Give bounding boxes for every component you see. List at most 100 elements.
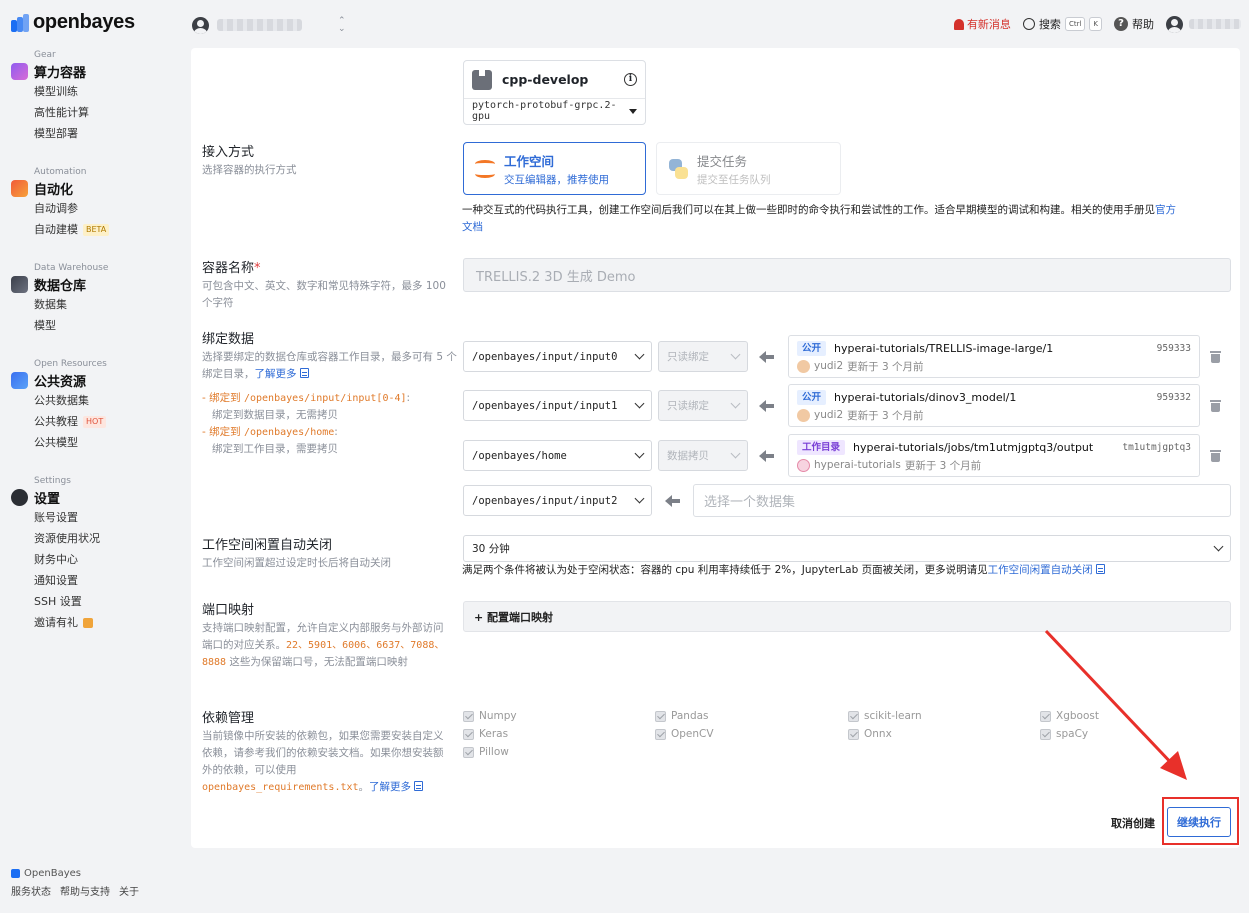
sidebar-item-label: 高性能计算 xyxy=(34,106,89,119)
bind-mode-select-1: 只读绑定 xyxy=(658,390,748,421)
mode-workspace-subtitle: 交互编辑器，推荐使用 xyxy=(504,173,609,186)
bind-path-value: /openbayes/input/input0 xyxy=(472,350,618,363)
sidebar-item-label: 模型 xyxy=(34,319,56,332)
workspace-avatar-icon xyxy=(192,16,209,34)
dataset-card-0[interactable]: 公开 hyperai-tutorials/TRELLIS-image-large/… xyxy=(788,335,1200,378)
openbayes-logo[interactable]: openbayes xyxy=(11,11,135,34)
sidebar-item-datasets[interactable]: 数据集 xyxy=(34,294,108,315)
sidebar-item-models[interactable]: 模型 xyxy=(34,315,108,336)
sidebar-item-public-models[interactable]: 公共模型 xyxy=(34,432,107,453)
idle-timeout-select[interactable]: 30 分钟 xyxy=(463,535,1231,562)
sidebar-category-label: Data Warehouse xyxy=(34,263,109,273)
sidebar-item-deploy[interactable]: 模型部署 xyxy=(34,123,89,144)
sidebar-head-label: 设置 xyxy=(34,491,61,507)
sidebar-head-compute[interactable]: 算力容器 xyxy=(11,61,89,81)
footer-link-about[interactable]: 关于 xyxy=(119,883,139,898)
requirements-file: openbayes_requirements.txt xyxy=(202,782,359,793)
sidebar-item-autotune[interactable]: 自动调参 xyxy=(34,198,109,219)
sidebar-item-usage[interactable]: 资源使用状况 xyxy=(34,528,100,549)
sidebar-item-account[interactable]: 账号设置 xyxy=(34,507,100,528)
bind-rule1-suffix: : xyxy=(406,392,411,404)
sidebar-item-notifications[interactable]: 通知设置 xyxy=(34,570,100,591)
bind-rule1-desc: 绑定到数据目录，无需拷贝 xyxy=(212,409,338,421)
dataset-user: hyperai-tutorials xyxy=(814,459,901,471)
gift-icon xyxy=(83,617,93,628)
bind-path-select-1[interactable]: /openbayes/input/input1 xyxy=(463,390,652,421)
sidebar-item-label: 自动建模 xyxy=(34,223,78,236)
search-button[interactable]: 搜索 Ctrl K xyxy=(1022,16,1102,32)
checkbox-checked-icon xyxy=(463,728,474,740)
image-tag-value: pytorch-protobuf-grpc.2-gpu xyxy=(472,100,617,122)
bind-path-value: /openbayes/input/input2 xyxy=(472,494,618,507)
python-icon xyxy=(667,158,689,180)
mode-workspace-card[interactable]: 工作空间 交互编辑器，推荐使用 xyxy=(463,142,646,195)
footer-brand: OpenBayes xyxy=(11,868,139,879)
bind-rules: - 绑定到 /openbayes/input/input[0-4]: 绑定到数据… xyxy=(202,390,462,458)
dataset-path: hyperai-tutorials/dinov3_model/1 xyxy=(834,391,1017,404)
sidebar-head-warehouse[interactable]: 数据仓库 xyxy=(11,274,108,294)
container-name-input[interactable]: TRELLIS.2 3D 生成 Demo xyxy=(463,258,1231,292)
notification-button[interactable]: 有新消息 xyxy=(953,16,1011,32)
dep-pillow: Pillow xyxy=(463,746,509,758)
chevron-down-icon xyxy=(730,398,741,409)
idle-note-text: 满足两个条件将被认为处于空闲状态：容器的 cpu 利用率持续低于 2%，Jupy… xyxy=(462,564,988,576)
dataset-picker[interactable]: 选择一个数据集 xyxy=(693,484,1231,517)
sidebar-head-settings[interactable]: 设置 xyxy=(11,487,100,507)
footer-link-status[interactable]: 服务状态 xyxy=(11,883,51,898)
user-menu[interactable] xyxy=(1166,15,1241,33)
bind-path-select-0[interactable]: /openbayes/input/input0 xyxy=(463,341,652,372)
sidebar-item-training[interactable]: 模型训练 xyxy=(34,81,89,102)
bind-desc-text: 选择要绑定的数据仓库或容器工作目录，最多可有 5 个绑定目录， xyxy=(202,351,457,380)
openbayes-small-logo-icon xyxy=(11,869,20,878)
footer-link-support[interactable]: 帮助与支持 xyxy=(60,883,110,898)
chevron-down-icon xyxy=(634,349,645,360)
image-tag-select[interactable]: pytorch-protobuf-grpc.2-gpu xyxy=(464,99,645,123)
dataset-card-1[interactable]: 公开 hyperai-tutorials/dinov3_model/1 959332… xyxy=(788,384,1200,427)
sidebar-item-label: 邀请有礼 xyxy=(34,616,78,629)
sidebar-item-finance[interactable]: 财务中心 xyxy=(34,549,100,570)
dep-label: Keras xyxy=(479,728,509,740)
gear-icon xyxy=(11,488,28,506)
user-avatar-icon xyxy=(797,408,810,422)
dataset-card-2[interactable]: 工作目录 hyperai-tutorials/jobs/tm1utmjgptq3/… xyxy=(788,434,1200,477)
bind-data-label: 绑定数据 xyxy=(202,332,255,347)
sidebar-item-invite[interactable]: 邀请有礼 xyxy=(34,612,100,633)
mode-job-card[interactable]: 提交任务 提交至任务队列 xyxy=(656,142,841,195)
sidebar-item-hpc[interactable]: 高性能计算 xyxy=(34,102,89,123)
sidebar-head-label: 算力容器 xyxy=(34,65,87,81)
image-card[interactable]: cpp-develop i pytorch-protobuf-grpc.2-gp… xyxy=(463,60,646,125)
dep-numpy: Numpy xyxy=(463,710,517,722)
sidebar-group-automation: Automation 自动化 自动调参 自动建模 BETA xyxy=(11,167,110,240)
sidebar-head-label: 自动化 xyxy=(34,182,74,198)
caret-down-icon xyxy=(629,108,637,114)
sidebar-item-label: 模型训练 xyxy=(34,85,78,98)
sidebar-item-automl[interactable]: 自动建模 BETA xyxy=(34,219,110,240)
help-button[interactable]: ? 帮助 xyxy=(1114,16,1154,32)
sidebar-head-automation[interactable]: 自动化 xyxy=(11,178,109,198)
info-icon[interactable]: i xyxy=(624,73,637,86)
sidebar-item-label: 公共数据集 xyxy=(34,394,89,407)
idle-docs-link[interactable]: 工作空间闲置自动关闭 xyxy=(988,564,1093,576)
sidebar-item-public-tutorials[interactable]: 公共教程 HOT xyxy=(34,411,107,432)
bind-mode-select-2: 数据拷贝 xyxy=(658,440,748,471)
workdir-tag: 工作目录 xyxy=(797,440,846,455)
docs-link-cont[interactable]: 文档 xyxy=(462,221,483,233)
workspace-selector[interactable]: ⌃ ⌄ xyxy=(192,16,346,34)
bind-path-select-3[interactable]: /openbayes/input/input2 xyxy=(463,485,652,516)
search-icon xyxy=(1022,18,1035,30)
checkbox-checked-icon xyxy=(848,728,859,740)
bell-icon xyxy=(953,18,964,30)
sidebar-item-public-datasets[interactable]: 公共数据集 xyxy=(34,390,107,411)
dep-label: Numpy xyxy=(479,710,517,722)
bind-path-value: /openbayes/input/input1 xyxy=(472,399,618,412)
doc-icon xyxy=(1095,564,1105,574)
bind-learn-more-link[interactable]: 了解更多 xyxy=(255,368,297,380)
bind-rule1-path: /openbayes/input/input[0-4] xyxy=(243,393,407,404)
sidebar-item-label: 资源使用状况 xyxy=(34,532,100,545)
deps-learn-more-link[interactable]: 了解更多 xyxy=(369,781,411,793)
docs-link[interactable]: 官方 xyxy=(1155,204,1176,216)
bind-path-select-2[interactable]: /openbayes/home xyxy=(463,440,652,471)
sidebar-item-ssh[interactable]: SSH 设置 xyxy=(34,591,100,612)
cancel-create-button[interactable]: 取消创建 xyxy=(1111,815,1155,831)
sidebar-head-public[interactable]: 公共资源 xyxy=(11,370,107,390)
